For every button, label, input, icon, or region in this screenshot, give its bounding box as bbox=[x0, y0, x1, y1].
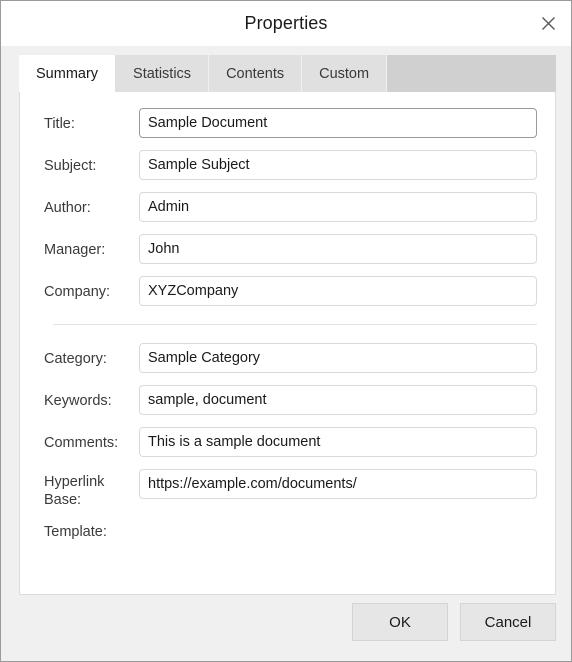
field-row-category: Category: bbox=[44, 343, 537, 373]
tab-summary[interactable]: Summary bbox=[19, 55, 117, 92]
dialog-footer: OK Cancel bbox=[1, 595, 571, 661]
tab-strip-filler bbox=[387, 55, 556, 92]
field-row-manager: Manager: bbox=[44, 234, 537, 264]
field-row-company: Company: bbox=[44, 276, 537, 306]
dialog-title: Properties bbox=[244, 13, 328, 33]
tab-bar: Summary Statistics Contents Custom bbox=[19, 55, 556, 92]
tab-contents[interactable]: Contents bbox=[209, 55, 303, 92]
close-icon bbox=[541, 17, 555, 30]
ok-button[interactable]: OK bbox=[352, 603, 448, 641]
comments-input[interactable] bbox=[139, 427, 537, 457]
tab-custom-label: Custom bbox=[319, 65, 370, 82]
field-row-author: Author: bbox=[44, 192, 537, 222]
title-input[interactable] bbox=[139, 108, 537, 138]
section-divider bbox=[53, 324, 537, 325]
field-row-keywords: Keywords: bbox=[44, 385, 537, 415]
field-wrap-company bbox=[139, 276, 537, 306]
label-company: Company: bbox=[44, 284, 111, 300]
category-input[interactable] bbox=[139, 343, 537, 373]
field-wrap-hyperlink-base bbox=[139, 469, 537, 499]
label-manager: Manager: bbox=[44, 242, 106, 258]
tab-contents-label: Contents bbox=[226, 65, 285, 82]
hyperlink-base-input[interactable] bbox=[139, 469, 537, 499]
summary-fields-group-two: Category: Keywords: Comments: bbox=[20, 343, 555, 541]
keywords-input[interactable] bbox=[139, 385, 537, 415]
label-template: Template: bbox=[44, 524, 107, 540]
field-wrap-author bbox=[139, 192, 537, 222]
close-button[interactable] bbox=[525, 1, 571, 46]
company-input[interactable] bbox=[139, 276, 537, 306]
tab-statistics[interactable]: Statistics bbox=[116, 55, 210, 92]
field-row-title: Title: bbox=[44, 108, 537, 138]
label-keywords: Keywords: bbox=[44, 393, 112, 409]
label-category: Category: bbox=[44, 351, 107, 367]
dialog-titlebar: Properties bbox=[1, 1, 571, 46]
summary-fields-group-one: Title: Subject: Author: bbox=[20, 108, 555, 306]
cancel-button[interactable]: Cancel bbox=[460, 603, 556, 641]
field-wrap-comments bbox=[139, 427, 537, 457]
summary-tab-panel: Title: Subject: Author: bbox=[19, 92, 556, 595]
field-wrap-keywords bbox=[139, 385, 537, 415]
field-wrap-manager bbox=[139, 234, 537, 264]
tab-statistics-label: Statistics bbox=[133, 65, 192, 82]
label-author: Author: bbox=[44, 200, 91, 216]
tab-custom[interactable]: Custom bbox=[302, 55, 388, 92]
field-wrap-subject bbox=[139, 150, 537, 180]
tab-summary-label: Summary bbox=[36, 65, 99, 82]
author-input[interactable] bbox=[139, 192, 537, 222]
field-wrap-title bbox=[139, 108, 537, 138]
manager-input[interactable] bbox=[139, 234, 537, 264]
label-hyperlink-base: Hyperlink Base: bbox=[44, 474, 105, 508]
properties-dialog: Properties Summary Statistics Contents C… bbox=[0, 0, 572, 662]
label-comments: Comments: bbox=[44, 435, 119, 451]
label-subject: Subject: bbox=[44, 158, 97, 174]
field-row-hyperlink-base: Hyperlink Base: bbox=[44, 469, 537, 509]
field-wrap-category bbox=[139, 343, 537, 373]
subject-input[interactable] bbox=[139, 150, 537, 180]
dialog-body: Summary Statistics Contents Custom Title… bbox=[1, 46, 571, 595]
label-title: Title: bbox=[44, 116, 75, 132]
field-row-comments: Comments: bbox=[44, 427, 537, 457]
field-row-template: Template: bbox=[44, 521, 537, 541]
field-row-subject: Subject: bbox=[44, 150, 537, 180]
